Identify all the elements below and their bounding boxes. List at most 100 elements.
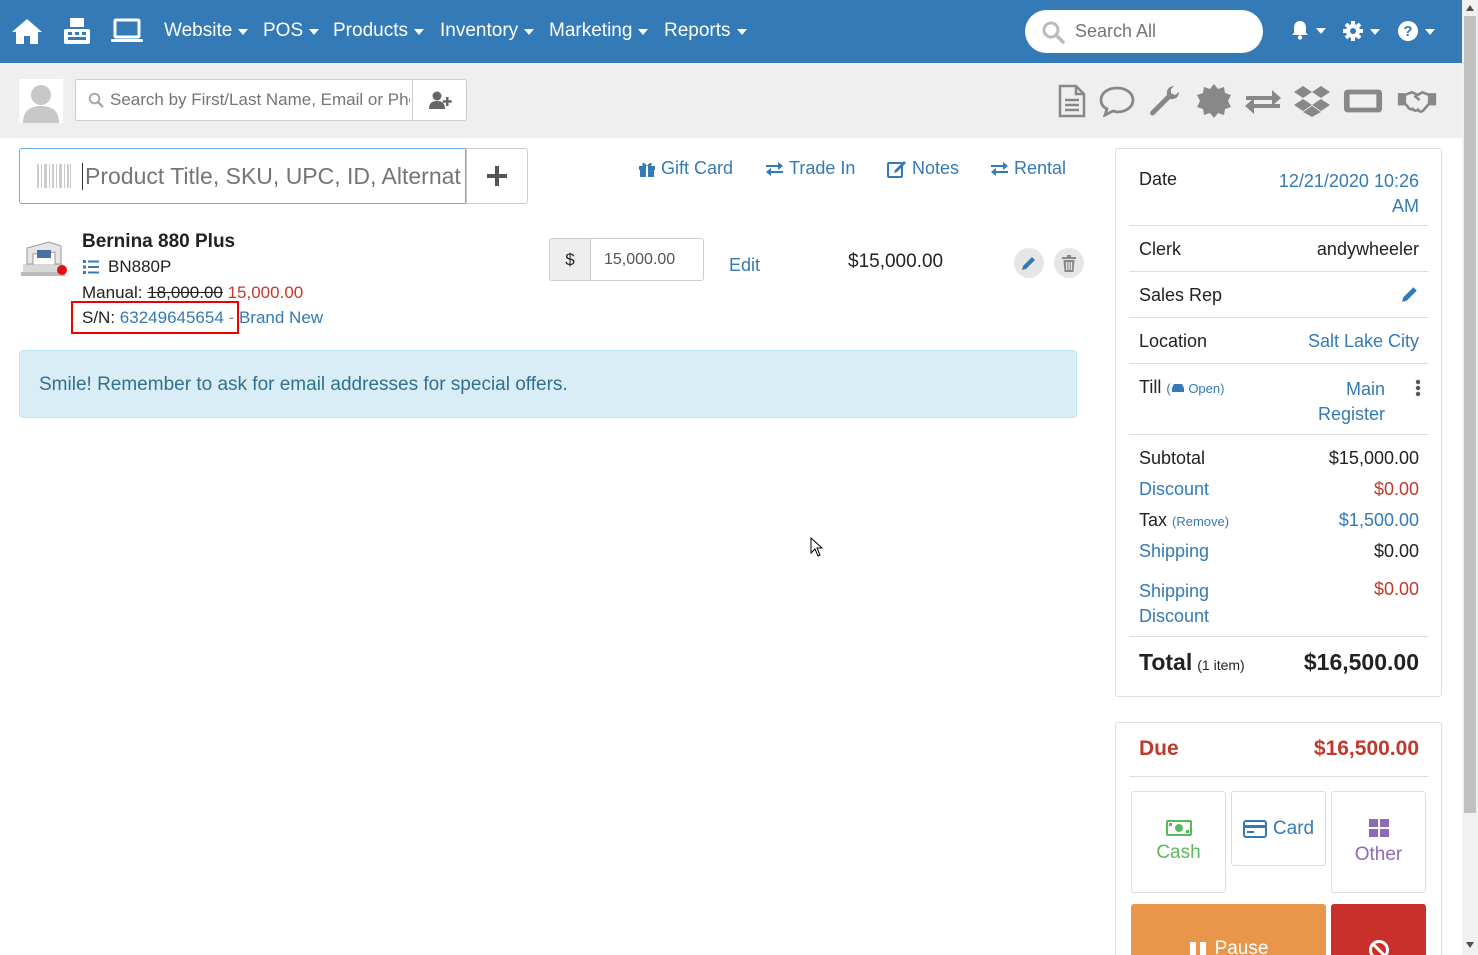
edit-icon	[887, 160, 906, 178]
caret-down-icon	[524, 29, 535, 35]
pencil-icon	[1022, 257, 1035, 270]
card-label: Card	[1272, 817, 1315, 839]
discount-link[interactable]: Discount	[1139, 479, 1209, 500]
user-silhouette-icon	[19, 79, 63, 123]
home-icon[interactable]	[10, 14, 44, 48]
search-icon	[88, 92, 104, 108]
till-status[interactable]: ( Open)	[1166, 381, 1224, 396]
caret-down-icon	[413, 29, 424, 35]
caret-down-icon	[736, 29, 747, 35]
caret-down-icon	[1425, 29, 1435, 35]
shipping-link[interactable]: Shipping	[1139, 541, 1209, 562]
edit-item-button[interactable]	[1014, 248, 1044, 278]
pause-button[interactable]: Pause	[1131, 904, 1326, 955]
scroll-up-icon[interactable]	[1466, 5, 1474, 11]
trade-in-link[interactable]: Trade In	[765, 158, 855, 179]
register-icon[interactable]	[60, 14, 94, 48]
total-items: (1 item)	[1197, 657, 1245, 673]
notes-link[interactable]: Notes	[887, 158, 959, 179]
edit-sales-rep-button[interactable]	[1401, 285, 1419, 308]
tax-value[interactable]: $1,500.00	[1339, 510, 1419, 531]
menu-label: Marketing	[549, 20, 633, 41]
sewing-machine-image	[21, 241, 67, 276]
menu-label: Inventory	[440, 20, 519, 41]
product-thumbnail[interactable]	[19, 236, 69, 282]
till-label-group: Till ( Open)	[1139, 377, 1224, 398]
dropbox-icon[interactable]	[1292, 83, 1332, 119]
settings-button[interactable]	[1342, 20, 1380, 42]
location-value[interactable]: Salt Lake City	[1308, 331, 1419, 352]
customer-search-input[interactable]	[110, 90, 410, 110]
badge-icon[interactable]	[1194, 83, 1234, 119]
mouse-cursor-icon	[810, 537, 824, 557]
delete-item-button[interactable]	[1054, 248, 1084, 278]
document-icon[interactable]	[1052, 83, 1092, 119]
gift-card-link[interactable]: Gift Card	[638, 158, 733, 179]
divider	[1129, 225, 1428, 226]
vertical-dots-icon	[1415, 379, 1421, 397]
handshake-icon[interactable]	[1397, 83, 1437, 119]
search-all-input[interactable]	[1075, 21, 1245, 42]
svg-text:?: ?	[1403, 23, 1412, 40]
other-payment-button[interactable]: Other	[1331, 791, 1426, 893]
laptop-icon[interactable]	[110, 14, 144, 48]
date-value[interactable]: 12/21/2020 10:26 AM	[1279, 169, 1419, 219]
cancel-sale-button[interactable]	[1331, 904, 1426, 955]
date-label: Date	[1139, 169, 1178, 189]
card-button[interactable]: Card	[1231, 791, 1326, 866]
total-label-group: Total (1 item)	[1139, 649, 1245, 676]
location-label: Location	[1139, 331, 1208, 351]
menu-website[interactable]: Website	[164, 20, 249, 42]
remove-tax-link[interactable]: (Remove)	[1172, 514, 1229, 529]
comment-icon[interactable]	[1097, 83, 1137, 119]
customer-search-field[interactable]	[75, 79, 413, 121]
exchange-icon[interactable]	[1243, 83, 1283, 119]
card-reader-icon[interactable]	[1343, 83, 1383, 119]
vertical-scrollbar[interactable]	[1462, 0, 1478, 955]
search-all-field[interactable]	[1025, 10, 1263, 53]
add-product-button[interactable]	[466, 148, 528, 204]
menu-marketing[interactable]: Marketing	[549, 20, 649, 42]
total-value: $16,500.00	[1303, 649, 1419, 675]
menu-label: POS	[263, 20, 304, 41]
scroll-down-icon[interactable]	[1466, 942, 1474, 948]
exchange-icon	[766, 161, 783, 176]
tax-label-group: Tax (Remove)	[1139, 510, 1229, 531]
gear-icon	[1343, 21, 1363, 41]
price-input[interactable]	[591, 238, 704, 281]
scroll-thumb[interactable]	[1464, 16, 1476, 813]
due-label: Due	[1139, 737, 1179, 760]
date-value-line: 12/21/2020 10:26	[1278, 171, 1419, 191]
condition-link[interactable]: Brand New	[239, 308, 323, 327]
menu-inventory[interactable]: Inventory	[440, 20, 535, 42]
wrench-icon[interactable]	[1146, 83, 1186, 119]
menu-label: Products	[333, 20, 408, 41]
product-search-field[interactable]	[19, 148, 466, 204]
notifications-button[interactable]	[1290, 20, 1326, 40]
caret-down-icon	[1370, 29, 1380, 35]
product-search-input[interactable]	[82, 162, 462, 190]
list-icon[interactable]	[82, 259, 100, 275]
menu-products[interactable]: Products	[333, 20, 424, 42]
shipping-discount-line: Shipping	[1139, 581, 1210, 601]
clerk-label: Clerk	[1139, 239, 1182, 259]
date-value-line: AM	[1392, 196, 1419, 216]
item-sku: BN880P	[82, 257, 171, 277]
cash-label: Cash	[1156, 842, 1201, 863]
cash-button[interactable]: Cash	[1131, 791, 1226, 893]
question-icon: ?	[1398, 21, 1418, 41]
menu-reports[interactable]: Reports	[664, 20, 747, 42]
help-button[interactable]: ?	[1397, 20, 1435, 42]
edit-item-link[interactable]: Edit	[729, 255, 760, 276]
add-customer-button[interactable]	[412, 79, 467, 121]
rental-link[interactable]: Rental	[990, 158, 1066, 179]
shipping-discount-value: $0.00	[1373, 579, 1419, 599]
pause-icon	[1189, 942, 1206, 955]
avatar[interactable]	[19, 79, 63, 123]
till-menu-button[interactable]	[1415, 379, 1421, 402]
till-value[interactable]: Main Register	[1318, 377, 1385, 427]
shipping-discount-link[interactable]: Shipping Discount	[1139, 579, 1209, 629]
till-status-label: Open	[1188, 381, 1221, 396]
trade-in-label: Trade In	[789, 158, 856, 178]
menu-pos[interactable]: POS	[263, 20, 320, 42]
